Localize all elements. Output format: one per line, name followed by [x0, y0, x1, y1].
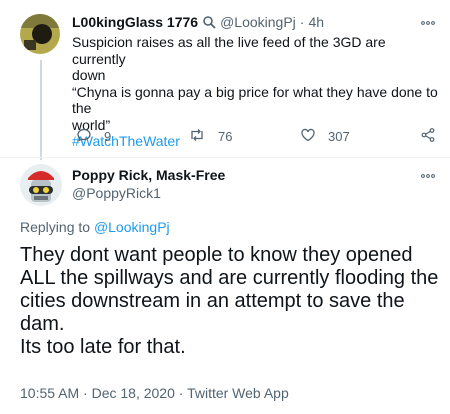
tweet1-line: down [72, 67, 106, 83]
tweet1-line: “Chyna is gonna pay a big price for what… [72, 83, 438, 117]
avatar-poppyrick[interactable] [20, 164, 62, 206]
tweet-divider [0, 157, 450, 158]
tweet2-line: They dont want people to know they opene… [20, 244, 413, 266]
magnifier-icon [202, 15, 216, 29]
tweet2-line: cities downstream in an attempt to save … [20, 290, 405, 312]
more-icon[interactable] [420, 167, 436, 183]
tweet1-line: world” [72, 116, 111, 133]
tweet2-author-name[interactable]: Poppy Rick, Mask-Free [72, 167, 225, 183]
reply-count: 9 [104, 129, 112, 144]
avatar-lookingpj[interactable] [20, 14, 60, 54]
tweet2-line: ALL the spillways and are currently floo… [20, 267, 439, 289]
tweet2-line: Its too late for that. [20, 336, 186, 358]
replying-to: Replying to @LookingPj [20, 219, 170, 235]
share-icon[interactable] [420, 127, 436, 148]
tweet2-header: Poppy Rick, Mask-Free @PoppyRick1 [72, 167, 225, 201]
tweet1-header: L00kingGlass 1776 @LookingPj · 4h [72, 14, 324, 30]
tweet2-line: dam. [20, 313, 65, 335]
like-icon [300, 127, 316, 146]
tweet1-hashtag[interactable]: #WatchTheWater [72, 133, 442, 150]
tweet2-timestamp[interactable]: 10:55 AM · Dec 18, 2020 · Twitter Web Ap… [20, 385, 289, 401]
retweet-count: 76 [218, 129, 233, 144]
replying-to-prefix: Replying to [20, 219, 94, 235]
tweet2-handle[interactable]: @PoppyRick1 [72, 185, 225, 201]
tweet1-time[interactable]: 4h [308, 14, 324, 30]
retweet-icon [188, 127, 206, 146]
like-action[interactable]: 307 [300, 127, 350, 146]
reply-action[interactable]: 9 [76, 127, 111, 146]
retweet-action[interactable]: 76 [188, 127, 232, 146]
tweet1-author-name[interactable]: L00kingGlass 1776 [72, 14, 198, 30]
reply-icon [76, 127, 92, 146]
tweet1-body: Suspicion raises as all the live feed of… [72, 34, 442, 150]
thread-connector [40, 60, 42, 160]
more-icon[interactable] [420, 14, 436, 30]
tweet1-handle[interactable]: @LookingPj [220, 14, 296, 30]
replying-to-handle[interactable]: @LookingPj [94, 219, 170, 235]
like-count: 307 [328, 129, 350, 144]
tweet2-body: They dont want people to know they opene… [20, 244, 445, 359]
tweet1-line: Suspicion raises as all the live feed of… [72, 34, 386, 67]
tweet1-sep: · [299, 14, 305, 30]
